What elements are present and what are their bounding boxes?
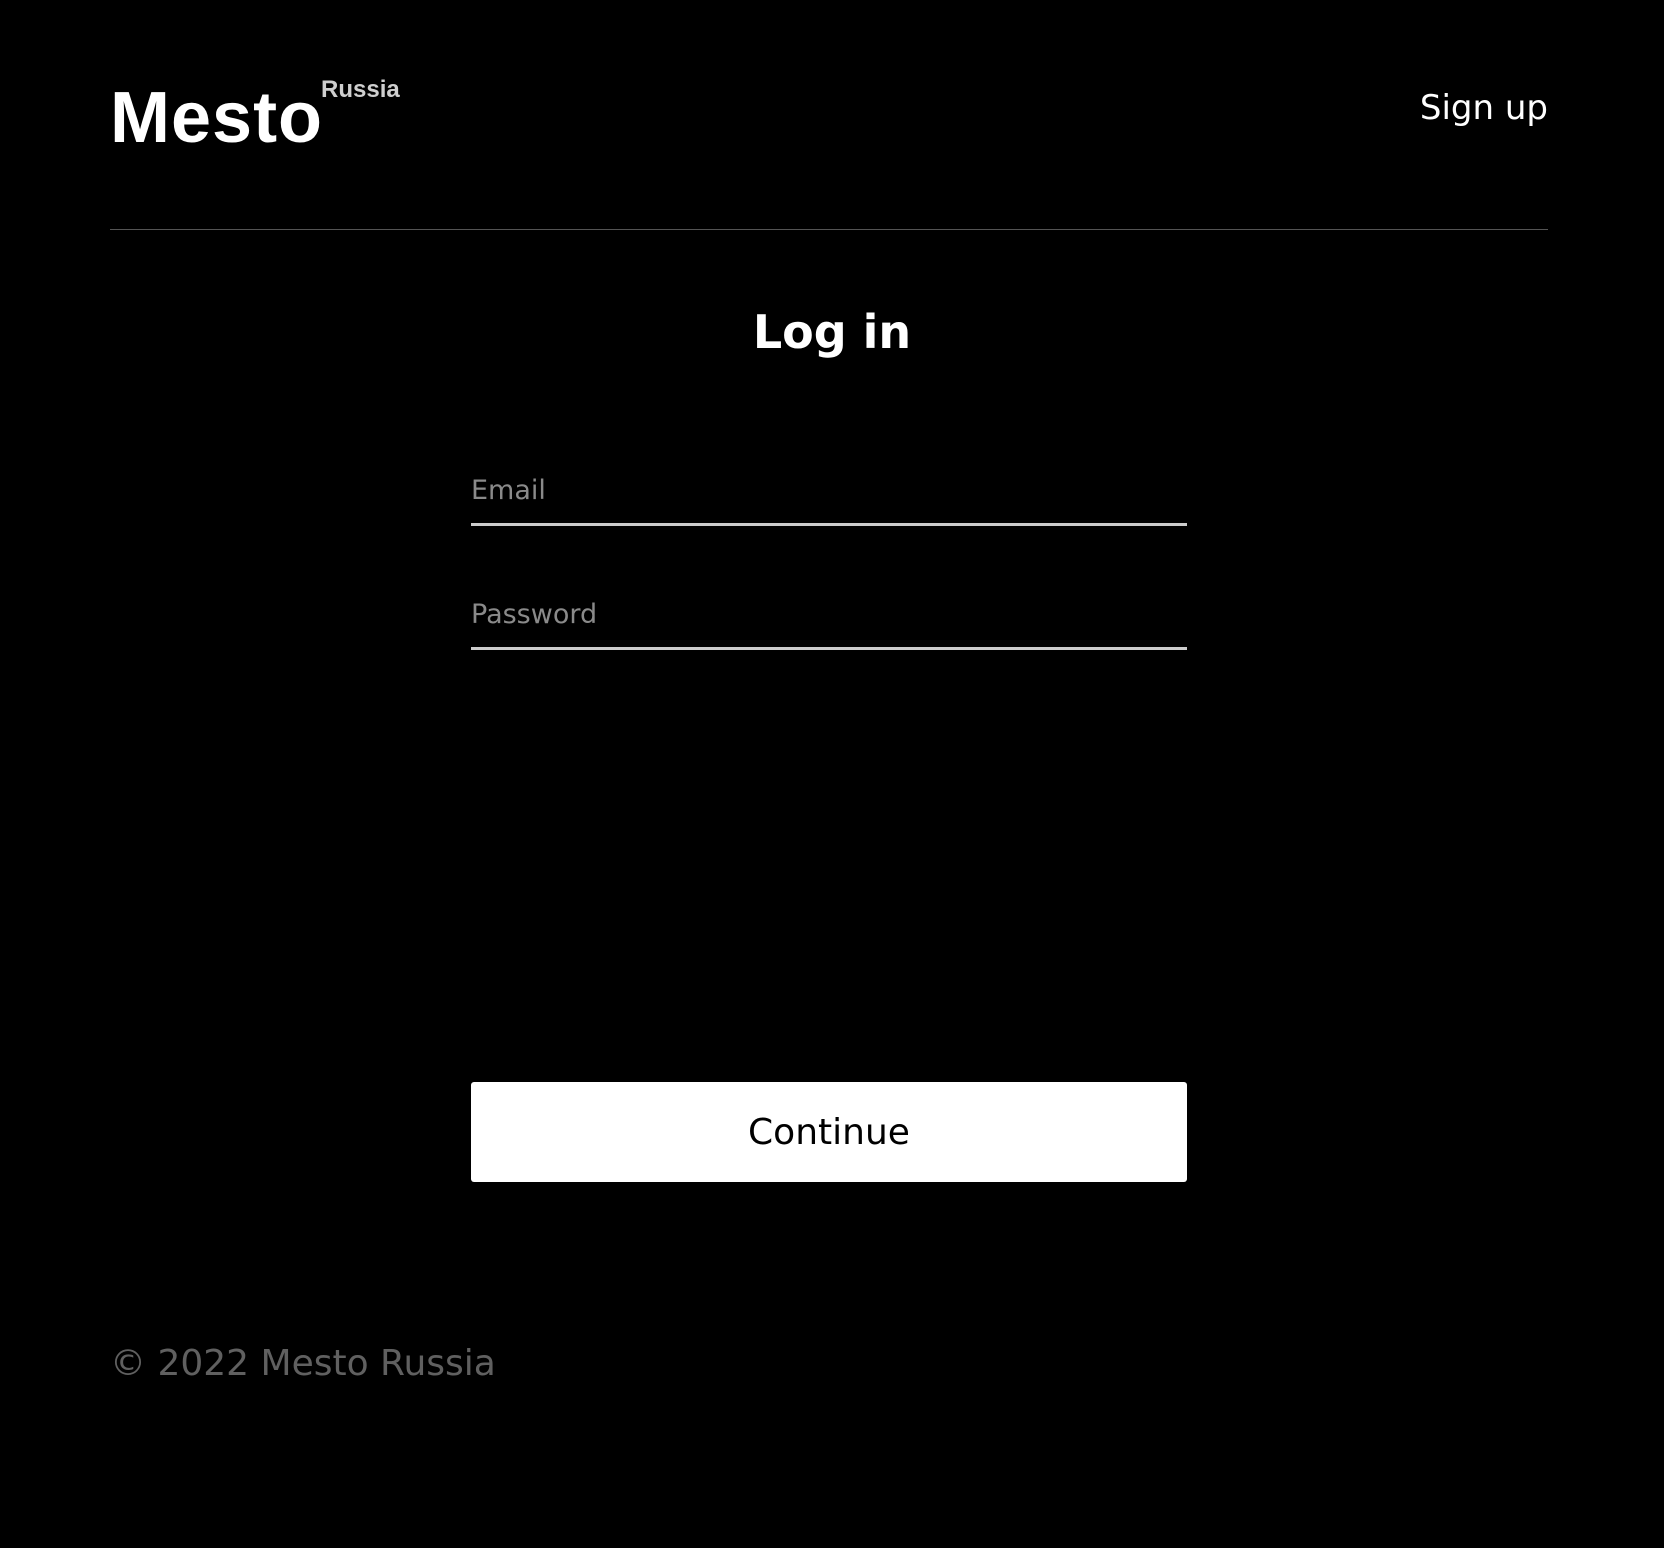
site-header: Mesto Russia Sign up (110, 0, 1548, 230)
email-field[interactable] (471, 440, 1187, 526)
page-title: Log in (752, 305, 912, 359)
logo-superscript: Russia (321, 76, 400, 103)
password-field[interactable] (471, 564, 1187, 650)
continue-button[interactable]: Continue (471, 1082, 1187, 1182)
footer-copyright: © 2022 Mesto Russia (110, 1343, 496, 1384)
sign-up-link[interactable]: Sign up (1420, 88, 1548, 128)
logo: Mesto Russia (110, 72, 410, 162)
logo-text: Mesto (110, 78, 324, 158)
